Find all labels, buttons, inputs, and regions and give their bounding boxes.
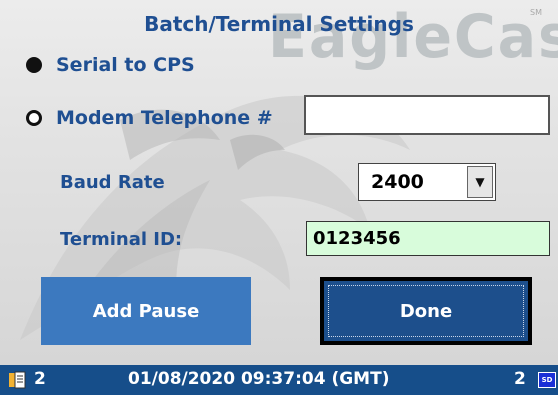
radio-serial-to-cps[interactable]: Serial to CPS [26,54,195,76]
batch-book-icon[interactable] [8,371,26,389]
page-title: Batch/Terminal Settings [144,12,414,36]
focus-outline [328,285,524,337]
baud-rate-label: Baud Rate [60,172,165,193]
radio-serial-label: Serial to CPS [56,54,195,76]
add-pause-label: Add Pause [92,300,200,322]
sd-count: 2 [514,369,526,389]
sd-card-icon: SD [538,372,556,388]
baud-rate-value: 2400 [371,171,424,193]
radio-selected-icon[interactable] [26,57,42,73]
terminal-id-field[interactable]: 0123456 [306,221,550,256]
baud-rate-select[interactable]: 2400 ▼ [358,163,496,201]
batch-count: 2 [34,369,46,389]
telephone-input[interactable] [304,95,550,135]
done-button[interactable]: Done [320,277,532,345]
add-pause-button[interactable]: Add Pause [41,277,251,345]
status-datetime: 01/08/2020 09:37:04 (GMT) [128,369,390,389]
radio-modem-label: Modem Telephone # [56,107,273,129]
status-bar: 2 01/08/2020 09:37:04 (GMT) 2 SD [0,365,558,395]
radio-modem-telephone[interactable]: Modem Telephone # [26,107,273,129]
chevron-down-icon[interactable]: ▼ [467,166,493,198]
radio-unselected-icon[interactable] [26,110,42,126]
settings-screen: EagleCash SM Batch/Terminal Settings Ser… [0,0,558,365]
terminal-id-label: Terminal ID: [60,229,183,250]
